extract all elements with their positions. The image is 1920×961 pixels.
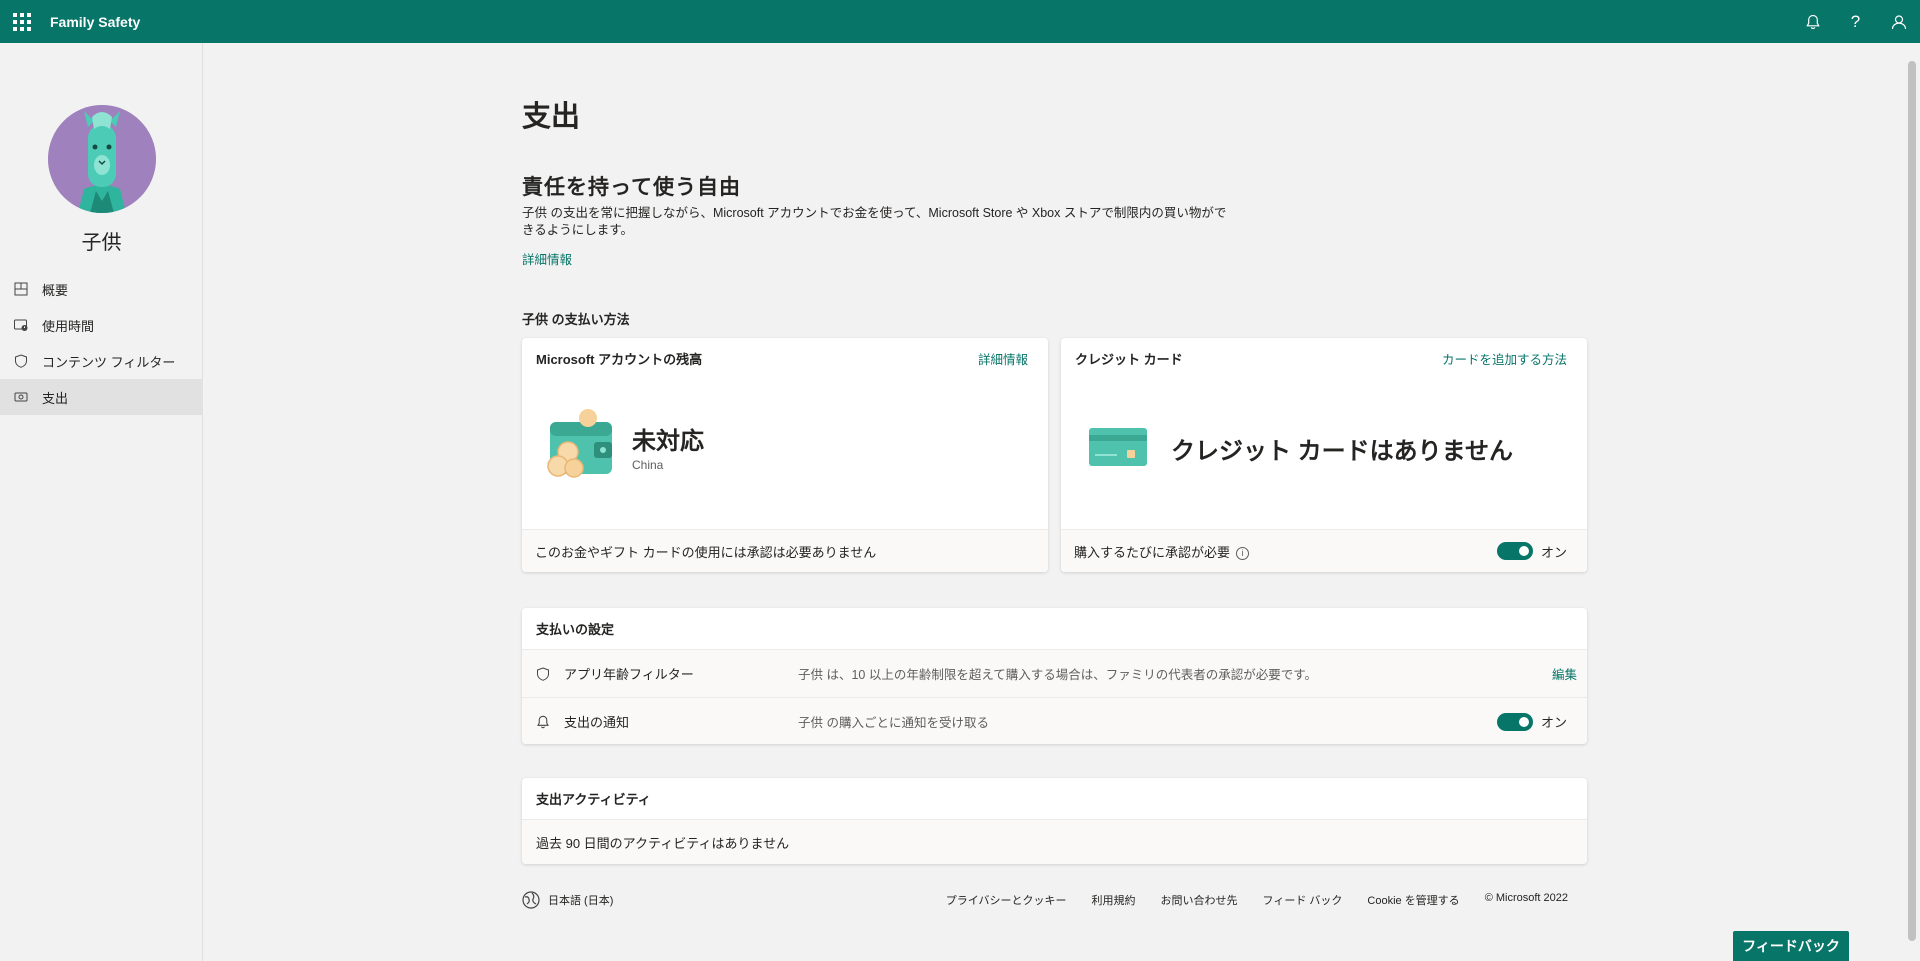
overview-icon xyxy=(14,282,28,296)
balance-footer-text: このお金やギフト カードの使用には承認は必要ありません xyxy=(535,544,877,560)
sidebar-item-label: 支出 xyxy=(42,390,69,406)
approval-required-text: 購入するたびに承認が必要 xyxy=(1074,544,1231,560)
balance-card-title: Microsoft アカウントの残高 xyxy=(536,351,703,367)
sidebar-nav: 概要 使用時間 コンテンツ フィルター 支出 xyxy=(0,271,203,415)
credit-card-icon xyxy=(1089,426,1149,468)
scrollbar[interactable] xyxy=(1904,43,1920,961)
app-title[interactable]: Family Safety xyxy=(50,14,140,30)
footer-link-terms[interactable]: 利用規約 xyxy=(1092,892,1136,908)
credit-card-card: クレジット カード カードを追加する方法 クレジット カードはありません 購入す… xyxy=(1061,338,1587,572)
footer-link-privacy[interactable]: プライバシーとクッキー xyxy=(946,892,1067,908)
spending-notification-toggle-label: オン xyxy=(1540,715,1567,730)
child-name: 子供 xyxy=(81,232,122,254)
bell-icon xyxy=(536,715,550,729)
page-title: 支出 xyxy=(522,101,581,133)
footer-link-feedback[interactable]: フィード バック xyxy=(1263,892,1343,908)
spending-activity-card: 支出アクティビティ 過去 90 日間のアクティビティはありません xyxy=(522,778,1587,864)
footer-link-cookies[interactable]: Cookie を管理する xyxy=(1367,892,1459,908)
feedback-button[interactable]: フィードバック xyxy=(1733,931,1849,961)
screen-time-icon xyxy=(14,318,28,332)
spending-activity-title: 支出アクティビティ xyxy=(536,792,651,807)
scrollbar-thumb[interactable] xyxy=(1908,61,1916,941)
sidebar-item-content-filter[interactable]: コンテンツ フィルター xyxy=(0,343,203,379)
learn-more-link[interactable]: 詳細情報 xyxy=(522,249,572,268)
add-card-link[interactable]: カードを追加する方法 xyxy=(1442,349,1567,368)
wallet-icon xyxy=(542,408,622,484)
language-selector[interactable]: 日本語 (日本) xyxy=(522,891,613,909)
page-footer: 日本語 (日本) プライバシーとクッキー 利用規約 お問い合わせ先 フィード バ… xyxy=(522,889,1588,911)
sidebar-item-screen-time[interactable]: 使用時間 xyxy=(0,307,203,343)
payment-settings-title: 支払いの設定 xyxy=(536,622,615,637)
waffle-icon[interactable] xyxy=(0,0,43,43)
payment-section-title: 子供 の支払い方法 xyxy=(522,312,630,327)
activity-empty-row: 過去 90 日間のアクティビティはありません xyxy=(522,819,1587,864)
spending-icon xyxy=(14,390,28,404)
sidebar-item-label: 使用時間 xyxy=(42,318,95,334)
avatar xyxy=(48,105,156,213)
footer-copyright: © Microsoft 2022 xyxy=(1484,892,1568,904)
llama-avatar-icon xyxy=(48,105,156,213)
credit-card-title: クレジット カード xyxy=(1075,351,1183,367)
spending-notification-label: 支出の通知 xyxy=(564,715,630,730)
hero-description: 子供 の支出を常に把握しながら、Microsoft アカウントでお金を使って、M… xyxy=(522,206,1227,237)
sidebar-item-label: コンテンツ フィルター xyxy=(42,354,176,370)
approval-toggle-label: オン xyxy=(1540,544,1567,560)
globe-icon xyxy=(522,891,540,909)
app-age-filter-row: アプリ年齢フィルター 子供 は、10 以上の年齢制限を超えて購入する場合は、ファ… xyxy=(522,649,1587,697)
language-label: 日本語 (日本) xyxy=(548,895,614,907)
shield-icon xyxy=(14,354,28,368)
sidebar-item-overview[interactable]: 概要 xyxy=(0,271,203,307)
hero-title: 責任を持って使う自由 xyxy=(522,176,741,199)
balance-region: China xyxy=(632,458,664,472)
sidebar-item-spending[interactable]: 支出 xyxy=(0,379,203,415)
no-credit-card-text: クレジット カードはありません xyxy=(1171,438,1513,465)
sidebar: 子供 概要 使用時間 コンテンツ フィルター 支出 xyxy=(0,43,203,961)
edit-age-filter-link[interactable]: 編集 xyxy=(1552,664,1577,683)
footer-link-contact[interactable]: お問い合わせ先 xyxy=(1161,892,1238,908)
app-age-filter-label: アプリ年齢フィルター xyxy=(564,667,694,682)
shield-icon xyxy=(536,666,550,681)
activity-empty-text: 過去 90 日間のアクティビティはありません xyxy=(536,835,790,851)
help-icon[interactable]: ? xyxy=(1834,0,1877,43)
approval-toggle[interactable] xyxy=(1496,542,1533,560)
bell-icon[interactable] xyxy=(1791,0,1834,43)
app-age-filter-desc: 子供 は、10 以上の年齢制限を超えて購入する場合は、ファミリの代表者の承認が必… xyxy=(798,668,1317,682)
spending-notification-row: 支出の通知 子供 の購入ごとに通知を受け取る オン xyxy=(522,697,1587,744)
account-icon[interactable] xyxy=(1877,0,1920,43)
spending-notification-desc: 子供 の購入ごとに通知を受け取る xyxy=(798,716,989,730)
balance-value: 未対応 xyxy=(632,428,704,455)
balance-card: Microsoft アカウントの残高 詳細情報 未対応 China このお金やギ… xyxy=(522,338,1048,572)
main-content: 支出 責任を持って使う自由 子供 の支出を常に把握しながら、Microsoft … xyxy=(204,43,1904,961)
info-icon[interactable]: i xyxy=(1236,546,1250,560)
spending-notification-toggle[interactable] xyxy=(1496,712,1533,731)
top-bar: Family Safety ? xyxy=(0,0,1920,43)
payment-settings-card: 支払いの設定 アプリ年齢フィルター 子供 は、10 以上の年齢制限を超えて購入す… xyxy=(522,608,1587,744)
balance-learn-more-link[interactable]: 詳細情報 xyxy=(978,349,1028,368)
sidebar-item-label: 概要 xyxy=(42,282,69,298)
